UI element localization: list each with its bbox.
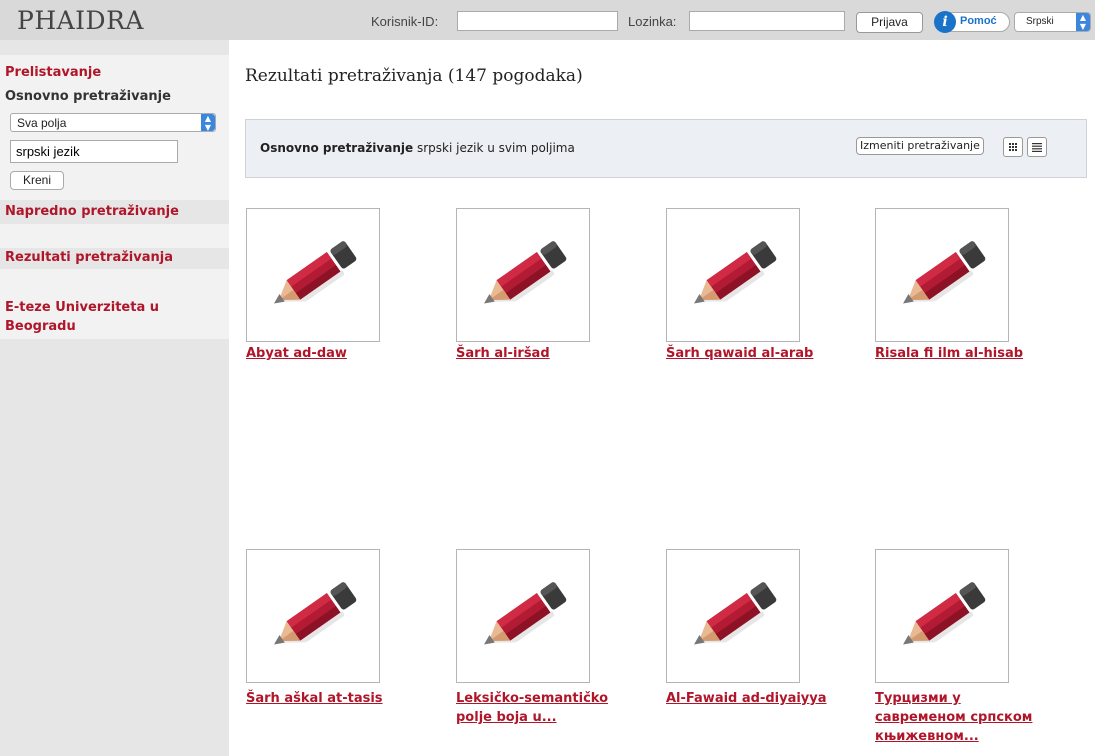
grid-view-icon — [1009, 143, 1017, 151]
sidebar-item-browse[interactable]: Prelistavanje — [5, 65, 101, 80]
list-view-button[interactable] — [1027, 137, 1047, 157]
page-title: Rezultati pretraživanja (147 pogodaka) — [245, 66, 583, 86]
modify-search-button[interactable]: Izmeniti pretraživanje — [856, 137, 984, 155]
select-arrows-icon: ▲ ▼ — [1076, 13, 1090, 31]
result-title-line: Šarh aškal at-tasis — [246, 691, 383, 706]
result-thumbnail[interactable] — [666, 549, 800, 683]
sidebar-results-row — [0, 224, 229, 248]
search-summary: Osnovno pretraživanje srpski jezik u svi… — [245, 119, 1087, 178]
pencil-icon — [267, 581, 361, 659]
help-button[interactable]: i Pomoć — [934, 11, 1010, 33]
result-thumbnail[interactable] — [875, 549, 1009, 683]
search-go-button[interactable]: Kreni — [10, 171, 64, 190]
search-field-select[interactable]: Sva polja ▲ ▼ — [10, 113, 216, 132]
pencil-icon — [687, 240, 781, 318]
result-title-link[interactable]: Šarh al-iršad — [456, 344, 636, 363]
result-title-line: Šarh qawaid al-arab — [666, 346, 814, 361]
sidebar-basic-search-heading: Osnovno pretraživanje — [5, 89, 171, 104]
sidebar-item-collection[interactable]: E-teze Univerziteta u Beogradu — [5, 298, 159, 336]
pencil-icon — [477, 240, 571, 318]
select-arrows-icon: ▲ ▼ — [201, 114, 215, 132]
info-icon: i — [934, 11, 956, 33]
pencil-icon — [896, 581, 990, 659]
result-title-line: Турцизми у — [875, 691, 961, 706]
result-title-line: Šarh al-iršad — [456, 346, 550, 361]
result-title-link[interactable]: Турцизми у савременом српском књижевном... — [875, 689, 1055, 746]
pencil-icon — [687, 581, 781, 659]
pencil-icon — [267, 240, 361, 318]
result-title-line: Risala fi ilm al-hisab — [875, 346, 1024, 361]
search-query-description: srpski jezik u svim poljima — [416, 141, 575, 155]
result-thumbnail[interactable] — [246, 549, 380, 683]
password-label: Lozinka: — [628, 14, 677, 29]
result-title-line: polje boja u... — [456, 710, 557, 725]
collection-line-1: E-teze Univerziteta u — [5, 300, 160, 315]
result-title-link[interactable]: Šarh qawaid al-arab — [666, 344, 846, 363]
result-title-link[interactable]: Al-Fawaid ad-diyaiyya — [666, 689, 846, 708]
grid-view-button[interactable] — [1003, 137, 1023, 157]
result-thumbnail[interactable] — [875, 208, 1009, 342]
result-title-line: Abyat ad-daw — [246, 346, 347, 361]
sidebar-bottom — [0, 340, 229, 756]
collection-line-2: Beogradu — [5, 319, 76, 334]
result-thumbnail[interactable] — [456, 549, 590, 683]
search-input[interactable] — [10, 140, 178, 163]
result-thumbnail[interactable] — [246, 208, 380, 342]
user-id-input[interactable] — [457, 11, 618, 31]
result-title-link[interactable]: Šarh aškal at-tasis — [246, 689, 426, 708]
result-thumbnail[interactable] — [456, 208, 590, 342]
user-id-label: Korisnik-ID: — [371, 14, 439, 29]
list-view-icon — [1032, 143, 1042, 152]
result-title-line: Leksičko-semantičko — [456, 691, 609, 706]
language-select[interactable]: Srpski ▲ ▼ — [1014, 12, 1091, 32]
language-selected: Srpski — [1026, 16, 1054, 27]
result-title-line: књижевном... — [875, 729, 979, 744]
result-title-line: Al-Fawaid ad-diyaiyya — [666, 691, 827, 706]
help-label: Pomoć — [960, 15, 997, 27]
result-title-line: савременом српском — [875, 710, 1033, 725]
pencil-icon — [896, 240, 990, 318]
login-button[interactable]: Prijava — [856, 12, 923, 33]
search-field-selected: Sva polja — [17, 116, 67, 130]
pencil-icon — [477, 581, 571, 659]
sidebar-item-advanced-search[interactable]: Napredno pretraživanje — [5, 204, 179, 219]
sidebar-item-search-results[interactable]: Rezultati pretraživanja — [5, 250, 173, 265]
result-title-link[interactable]: Risala fi ilm al-hisab — [875, 344, 1055, 363]
search-summary-text: Osnovno pretraživanje srpski jezik u svi… — [260, 141, 575, 155]
search-type-label: Osnovno pretraživanje — [260, 141, 414, 155]
result-title-link[interactable]: Abyat ad-daw — [246, 344, 426, 363]
result-title-link[interactable]: Leksičko-semantičko polje boja u... — [456, 689, 636, 727]
app-logo[interactable]: PHAIDRA — [17, 6, 144, 35]
result-thumbnail[interactable] — [666, 208, 800, 342]
password-input[interactable] — [689, 11, 845, 31]
top-bar: PHAIDRA Korisnik-ID: Lozinka: Prijava i … — [0, 0, 1095, 40]
